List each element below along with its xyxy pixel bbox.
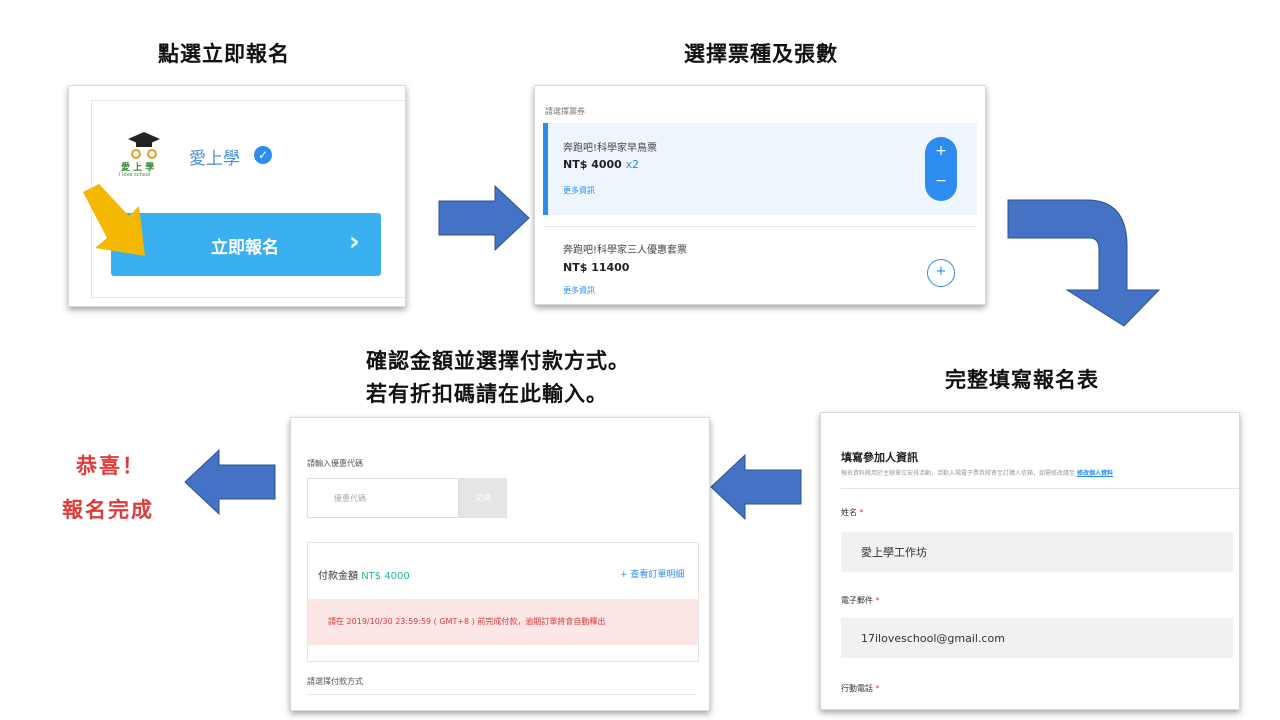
- field-label-text: 電子郵件: [841, 596, 873, 605]
- coupon-placeholder: 優惠代碼: [334, 494, 366, 503]
- email-field[interactable]: 17iloveschool@gmail.com: [841, 618, 1233, 658]
- logo-subtext: I love school: [119, 172, 151, 178]
- add-ticket-button[interactable]: +: [927, 259, 955, 287]
- field-label-text: 行動電話: [841, 684, 873, 693]
- register-now-label: 立即報名: [211, 238, 279, 258]
- amount-label: 付款金額: [318, 571, 358, 582]
- ticket-quantity: x2: [625, 158, 640, 171]
- coupon-label: 請輸入優惠代碼: [307, 459, 363, 468]
- quantity-stepper[interactable]: + −: [925, 137, 957, 201]
- minus-icon[interactable]: −: [925, 173, 957, 189]
- congrats-text: 恭喜！: [76, 454, 145, 478]
- form-divider: [841, 488, 1239, 489]
- ticket-price-row: NT$ 4000 x2: [563, 158, 639, 171]
- arrow-left-icon: [710, 453, 802, 521]
- name-field-value: 愛上學工作坊: [861, 546, 927, 559]
- redeem-button[interactable]: 兌換: [459, 478, 507, 518]
- verified-icon: ✓: [254, 146, 272, 164]
- field-label-email: 電子郵件 *: [841, 595, 880, 606]
- required-mark: *: [859, 508, 864, 517]
- form-notice-text: 報名資料將用於主辦單位安排活動，活動入場電子票券將寄至訂購人信箱，如需修改請至: [841, 470, 1076, 477]
- registration-complete-text: 報名完成: [62, 498, 154, 522]
- plus-icon: +: [935, 264, 947, 279]
- selected-indicator: [543, 123, 548, 215]
- ticket-price: NT$ 11400: [563, 261, 630, 274]
- ticket-name: 奔跑吧!科學家三人優惠套票: [563, 245, 688, 256]
- ticket-name: 奔跑吧!科學家早鳥票: [563, 143, 658, 154]
- ticket-item[interactable]: 奔跑吧!科學家三人優惠套票 NT$ 11400 更多資訊 +: [543, 227, 977, 304]
- coupon-input[interactable]: 優惠代碼: [307, 478, 459, 518]
- required-mark: *: [875, 596, 880, 605]
- chevron-right-icon: ›: [349, 227, 360, 257]
- ticket-item[interactable]: 奔跑吧!科學家早鳥票 NT$ 4000 x2 更多資訊 + −: [543, 123, 977, 215]
- deadline-datetime: 2019/10/30 23:59:59 ( GMT+8 ): [346, 617, 475, 626]
- form-notice: 報名資料將用於主辦單位安排活動，活動入場電子票券將寄至訂購人信箱，如需修改請至 …: [841, 468, 1113, 477]
- step3-heading: 完整填寫報名表: [945, 368, 1099, 392]
- step4-heading-line1: 確認金額並選擇付款方式。: [366, 349, 630, 373]
- amount-row: 付款金額 NT$ 4000: [318, 567, 410, 582]
- ticket-section-label: 請選擇票券: [545, 107, 585, 116]
- plus-icon[interactable]: +: [925, 143, 957, 159]
- view-order-details-link[interactable]: + 查看訂單明細: [620, 567, 684, 580]
- step1-heading: 點選立即報名: [158, 42, 290, 66]
- deadline-suffix: 前完成付款，逾期訂單將會自動釋出: [477, 617, 606, 626]
- field-label-name: 姓名 *: [841, 507, 864, 518]
- brand-name: 愛上學: [189, 149, 240, 169]
- pointer-arrow-icon: [83, 184, 145, 256]
- payment-divider: [307, 694, 697, 695]
- step4-card: 請輸入優惠代碼 優惠代碼 兌換 付款金額 NT$ 4000 + 查看訂單明細 請…: [290, 417, 710, 711]
- arrow-left-icon: [184, 448, 276, 516]
- deadline-prefix: 請在: [328, 617, 344, 626]
- required-mark: *: [875, 684, 880, 693]
- payment-deadline-notice: 請在 2019/10/30 23:59:59 ( GMT+8 ) 前完成付款，逾…: [308, 599, 698, 645]
- form-title: 填寫參加人資訊: [841, 451, 918, 464]
- amount-value: NT$ 4000: [361, 571, 410, 582]
- step1-card: 愛 上 學 I love school 愛上學 ✓ 立即報名 ›: [68, 85, 406, 307]
- arrow-right-icon: [438, 184, 530, 252]
- more-info-link[interactable]: 更多資訊: [563, 285, 595, 296]
- step4-heading-line2: 若有折扣碼請在此輸入。: [366, 382, 608, 406]
- edit-profile-link[interactable]: 修改個人資料: [1077, 470, 1113, 477]
- payment-method-label: 請選擇付款方式: [307, 677, 363, 686]
- email-field-value: 17iloveschool@gmail.com: [861, 631, 1005, 645]
- step3-card: 填寫參加人資訊 報名資料將用於主辦單位安排活動，活動入場電子票券將寄至訂購人信箱…: [820, 412, 1240, 710]
- name-field[interactable]: 愛上學工作坊: [841, 532, 1233, 572]
- redeem-label: 兌換: [475, 493, 491, 502]
- ticket-price: NT$ 4000: [563, 158, 622, 171]
- field-label-phone: 行動電話 *: [841, 683, 880, 694]
- more-info-link[interactable]: 更多資訊: [563, 185, 595, 196]
- step2-card: 請選擇票券 奔跑吧!科學家早鳥票 NT$ 4000 x2 更多資訊 + − 奔跑…: [534, 85, 986, 305]
- field-label-text: 姓名: [841, 508, 857, 517]
- deadline-text: 請在 2019/10/30 23:59:59 ( GMT+8 ) 前完成付款，逾…: [328, 616, 605, 627]
- arrow-turn-down-icon: [1007, 199, 1161, 327]
- step2-heading: 選擇票種及張數: [684, 42, 838, 66]
- payment-summary: 付款金額 NT$ 4000 + 查看訂單明細 請在 2019/10/30 23:…: [307, 542, 699, 662]
